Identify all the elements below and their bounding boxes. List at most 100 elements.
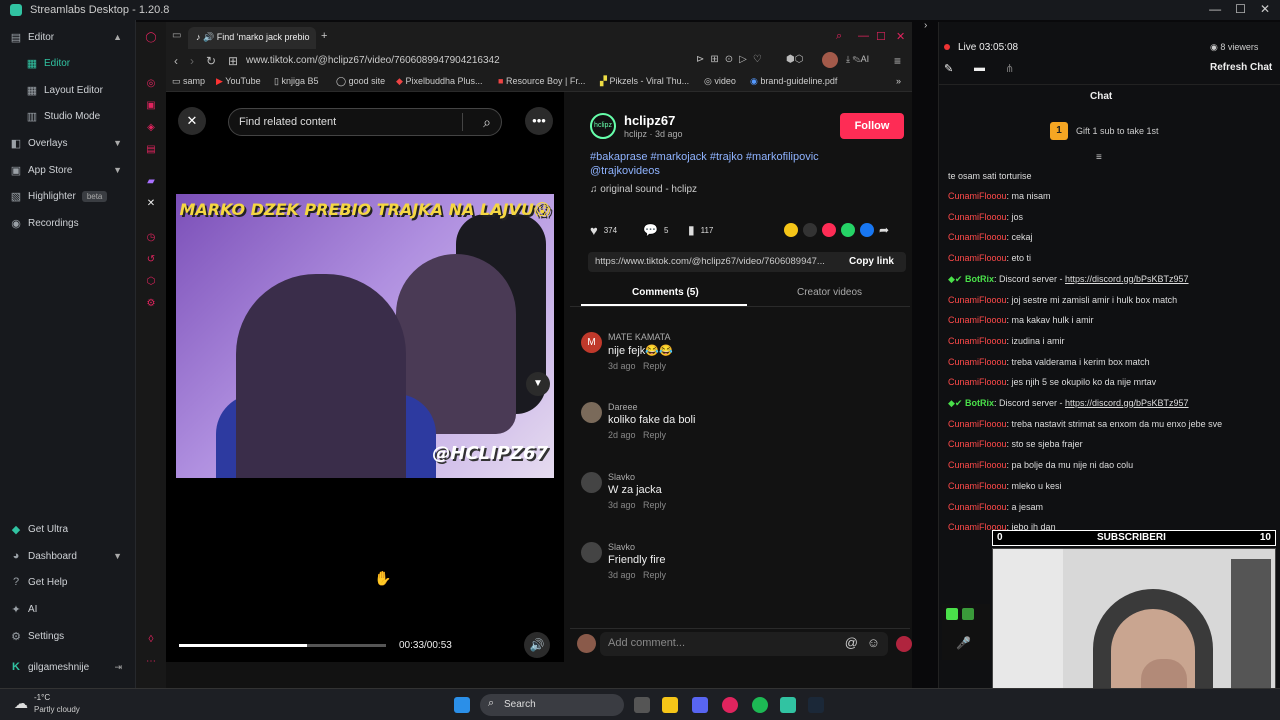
tab-comments[interactable]: Comments (5) [632,287,699,298]
history-icon[interactable]: ↺ [145,254,157,266]
chat-username[interactable]: CunamiFlooou [948,212,1007,222]
tab-creator-videos[interactable]: Creator videos [797,287,862,298]
sidebar-item-recordings[interactable]: ◉ Recordings [0,212,134,234]
video-hashtags[interactable]: #bakaprase #markojack #trajko #markofili… [590,150,850,178]
add-comment-input[interactable]: Add comment... @ ☺ [600,632,888,656]
video-link[interactable]: https://www.tiktok.com/@hclipz67/video/7… [595,256,835,267]
like-button[interactable]: ♥ 374 [590,223,617,238]
tab-list-icon[interactable]: ▭ [172,30,181,41]
chat-link[interactable]: https://discord.gg/bPsKBTz957 [1065,274,1189,284]
taskbar-search[interactable]: ⌕ Search [480,694,624,716]
emote-icon[interactable] [946,608,958,620]
sound-label[interactable]: ♫ original sound - hclipz [590,184,697,195]
expand-icon[interactable]: › [924,20,927,31]
bag-icon[interactable]: ▣ [145,100,157,112]
opera-gx-icon[interactable] [722,697,738,713]
facebook-icon[interactable] [860,223,874,237]
mention-icon[interactable]: @ [845,635,858,650]
sidebar-item-get-help[interactable]: ? Get Help [0,571,134,593]
bookmarks-overflow-icon[interactable]: » [896,76,901,86]
toolbar-icons[interactable]: ⊳⊞⊙▷♡ [696,54,768,65]
video-progress-bar[interactable] [179,644,386,647]
sidebar-item-editor[interactable]: ▦ Editor [0,52,134,74]
send-icon[interactable] [822,223,836,237]
x-icon[interactable]: ✕ [145,198,157,210]
extensions-icon[interactable]: ⬢⬡ [786,54,803,65]
clock-icon[interactable]: ◷ [145,232,157,244]
sidebar-item-ai[interactable]: ✦ AI [0,598,134,620]
maximize-icon[interactable]: ☐ [1235,2,1246,16]
sidebar-item-app-store[interactable]: ▣ App Store ▼ [0,159,134,181]
chat-username[interactable]: CunamiFlooou [948,315,1007,325]
share-icon[interactable]: ⋔ [1005,62,1014,75]
scroll-handle-icon[interactable]: ≡ [1096,152,1102,163]
chat-username[interactable]: CunamiFlooou [948,377,1007,387]
close-video-button[interactable]: ✕ [178,107,206,135]
twitch-icon[interactable]: ▰ [145,176,157,188]
microphone-icon[interactable]: 🎤 [956,636,971,650]
bookmark-samp[interactable]: ▭ samp [172,76,205,87]
chat-username[interactable]: CunamiFlooou [948,439,1007,449]
sidebar-user[interactable]: Kgilgameshnije ⇥ [0,656,134,678]
bookmark-knjiga[interactable]: ▯ knjiga B5 [274,76,318,87]
bookmark-pixelbuddha[interactable]: ◆ Pixelbuddha Plus... [396,76,483,87]
comment-avatar[interactable] [581,402,602,423]
chat-username[interactable]: BotRix [965,398,994,408]
more-icon[interactable]: ⋯ [145,656,157,668]
minimize-icon[interactable]: — [858,30,869,42]
close-icon[interactable]: ✕ [896,30,905,43]
emoji-icon[interactable]: ☺ [867,635,880,650]
next-video-button[interactable]: ▼ [526,372,550,396]
volume-button[interactable]: 🔊 [524,632,550,658]
reply-button[interactable]: Reply [643,500,666,510]
reload-icon[interactable]: ↻ [206,54,216,68]
chat-username[interactable]: CunamiFlooou [948,191,1007,201]
bookmark-good-site[interactable]: ◯ good site [336,76,385,87]
settings-icon[interactable]: ⚙ [145,298,157,310]
comment-button[interactable]: 💬 5 [643,223,668,237]
chat-username[interactable]: CunamiFlooou [948,253,1007,263]
comment-avatar[interactable] [581,542,602,563]
sidebar-item-editor-group[interactable]: ▤ Editor ▲ [0,26,134,48]
sidebar-item-dashboard[interactable]: ◕ Dashboard ▼ [0,545,134,567]
logout-icon[interactable]: ⇥ [114,662,122,673]
ai-icon[interactable]: ⤓ ✎AI [846,54,869,65]
chat-username[interactable]: CunamiFlooou [948,295,1007,305]
sidebar-item-studio-mode[interactable]: ▥ Studio Mode [0,105,134,127]
chat-username[interactable]: CunamiFlooou [948,336,1007,346]
reply-button[interactable]: Reply [643,361,666,371]
steam-icon[interactable] [808,697,824,713]
bookmark-video[interactable]: ◎ video [704,76,736,87]
coin-icon[interactable] [784,223,798,237]
streamlabs-icon[interactable] [780,697,796,713]
messenger-icon[interactable]: ◈ [145,122,157,134]
profile-avatar[interactable] [822,52,838,68]
chat-username[interactable]: CunamiFlooou [948,232,1007,242]
bookmark-brand-guideline[interactable]: ◉ brand-guideline.pdf [750,76,837,87]
url-input[interactable]: www.tiktok.com/@hclipz67/video/760608994… [246,55,500,66]
refresh-chat-button[interactable]: Refresh Chat [1210,62,1272,73]
new-tab-icon[interactable]: + [321,30,327,42]
bookmark-pikzels[interactable]: ▞ Pikzels - Viral Thu... [600,76,689,87]
discord-icon[interactable] [692,697,708,713]
sidebar-item-layout-editor[interactable]: ▦ Layout Editor [0,79,134,101]
chat-username[interactable]: CunamiFlooou [948,357,1007,367]
task-view-icon[interactable] [634,697,650,713]
gx-icon[interactable]: ◊ [145,634,157,646]
author-avatar[interactable]: hclipz [590,113,616,139]
follow-button[interactable]: Follow [840,113,904,139]
aria-icon[interactable]: ◎ [145,78,157,90]
comment-avatar[interactable]: M [581,332,602,353]
chat-link[interactable]: https://discord.gg/bPsKBTz957 [1065,398,1189,408]
windows-start-icon[interactable] [454,697,470,713]
cube-icon[interactable]: ⬡ [145,276,157,288]
menu-icon[interactable]: ≡ [894,54,901,68]
search-input[interactable]: Find related content ⌕ [228,108,502,136]
file-explorer-icon[interactable] [662,697,678,713]
sidebar-item-highlighter[interactable]: ▧ Highlighter beta [0,185,134,207]
chat-username[interactable]: CunamiFlooou [948,419,1007,429]
comment-author[interactable]: Slavko [608,542,908,552]
gift-sub-prompt[interactable]: Gift 1 sub to take 1st [1076,126,1159,136]
clip-icon[interactable]: ▬ [974,62,985,74]
comment-author[interactable]: MATE KAMATA [608,332,908,342]
